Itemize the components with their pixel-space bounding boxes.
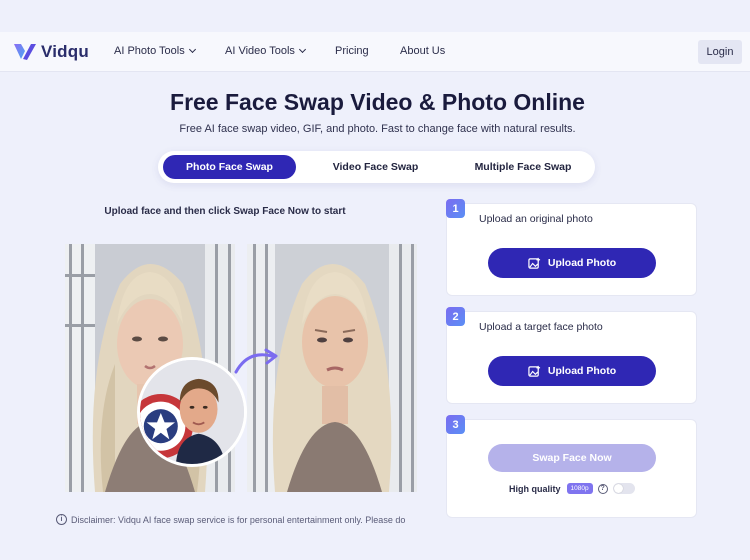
- nav-about-us[interactable]: About Us: [400, 45, 445, 57]
- vidqu-logo-icon: [14, 44, 36, 60]
- nav-label: AI Photo Tools: [114, 45, 185, 57]
- step-number: 1: [446, 199, 465, 218]
- swap-face-now-button[interactable]: Swap Face Now: [488, 444, 656, 472]
- upload-target-photo-button[interactable]: Upload Photo: [488, 356, 656, 386]
- tab-video-face-swap[interactable]: Video Face Swap: [309, 155, 442, 179]
- nav-pricing[interactable]: Pricing: [335, 45, 369, 57]
- nav-ai-video-tools[interactable]: AI Video Tools: [225, 45, 306, 57]
- chevron-down-icon: [188, 45, 196, 54]
- resolution-badge: 1080p: [566, 483, 593, 494]
- nav-label: About Us: [400, 45, 446, 57]
- chevron-down-icon: [298, 45, 306, 54]
- preview-instruction: Upload face and then click Swap Face Now…: [104, 206, 346, 217]
- button-label: Upload Photo: [547, 365, 617, 377]
- upload-original-photo-button[interactable]: Upload Photo: [488, 248, 656, 278]
- swap-arrow-icon: [234, 348, 278, 374]
- brand-logo[interactable]: Vidqu: [12, 41, 89, 63]
- brand-name: Vidqu: [41, 42, 89, 61]
- high-quality-row: High quality 1080p ?: [509, 483, 635, 494]
- step-label: Upload a target face photo: [479, 321, 603, 333]
- button-label: Upload Photo: [547, 257, 617, 269]
- disclaimer: i Disclaimer: Vidqu AI face swap service…: [56, 514, 405, 525]
- help-icon[interactable]: ?: [597, 483, 608, 494]
- step-swap-card: 3 Swap Face Now High quality 1080p ?: [446, 415, 697, 518]
- nav-ai-photo-tools[interactable]: AI Photo Tools: [114, 45, 196, 57]
- tab-photo-face-swap[interactable]: Photo Face Swap: [163, 155, 296, 179]
- step-upload-original-card: 1 Upload an original photo Upload Photo: [446, 199, 697, 296]
- image-upload-icon: [528, 365, 540, 377]
- tab-multiple-face-swap[interactable]: Multiple Face Swap: [454, 155, 592, 179]
- info-icon: i: [56, 514, 67, 525]
- quality-label: High quality: [509, 483, 561, 494]
- disclaimer-text: Disclaimer: Vidqu AI face swap service i…: [71, 514, 406, 525]
- high-quality-toggle[interactable]: [612, 483, 635, 494]
- image-upload-icon: [528, 257, 540, 269]
- nav-label: Pricing: [335, 45, 369, 57]
- login-button[interactable]: Login: [698, 40, 742, 64]
- page-subtitle: Free AI face swap video, GIF, and photo.…: [179, 123, 576, 135]
- step-number: 2: [446, 307, 465, 326]
- step-label: Upload an original photo: [479, 213, 593, 225]
- page-title: Free Face Swap Video & Photo Online: [170, 89, 585, 115]
- nav-label: AI Video Tools: [225, 45, 295, 57]
- target-face-thumbnail: [137, 357, 247, 467]
- step-number: 3: [446, 415, 465, 434]
- step-upload-target-card: 2 Upload a target face photo Upload Phot…: [446, 307, 697, 404]
- mode-tabs: Photo Face Swap Video Face Swap Multiple…: [158, 151, 595, 183]
- top-nav-bar: Vidqu AI Photo Tools AI Video Tools Pric…: [0, 32, 750, 72]
